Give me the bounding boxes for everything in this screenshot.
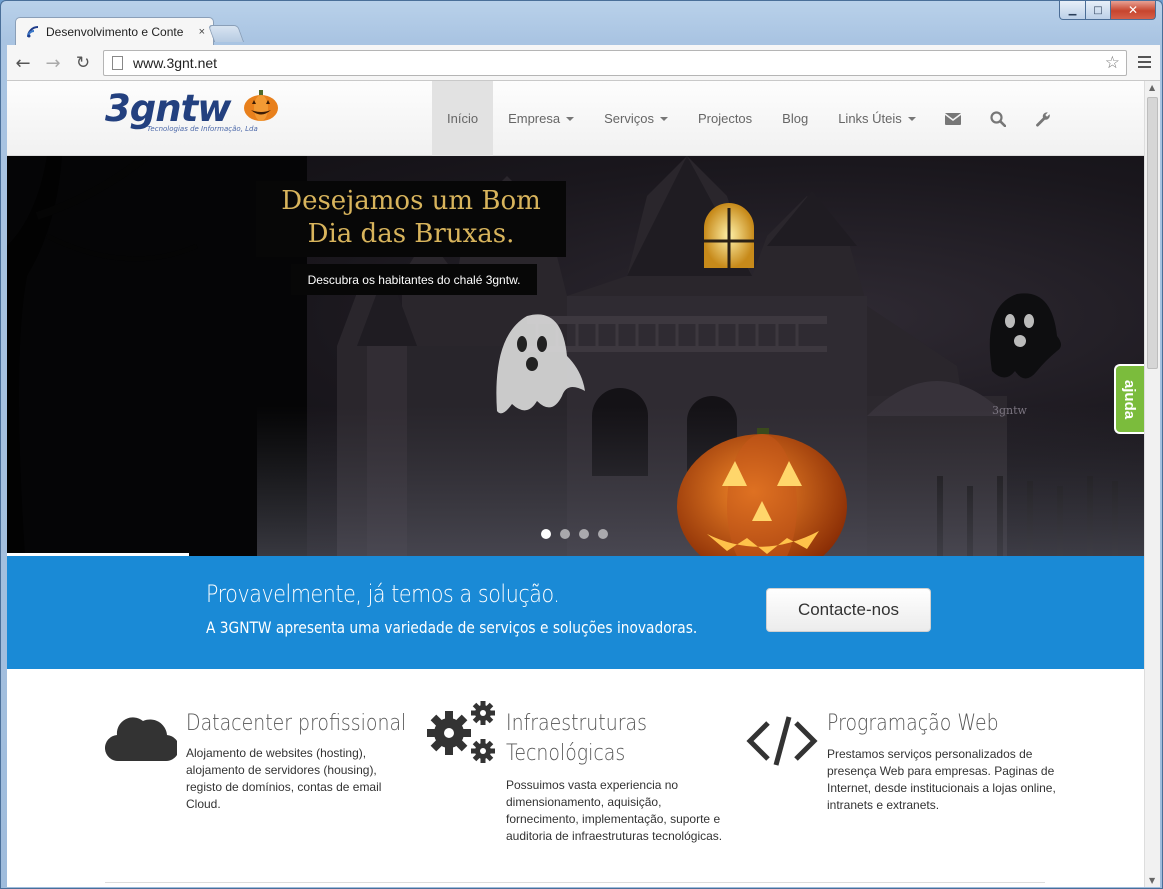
features-section: Datacenter profissional Alojamento de we… bbox=[7, 669, 1144, 887]
nav-label: Links Úteis bbox=[838, 111, 902, 126]
new-tab-button[interactable] bbox=[207, 25, 245, 42]
contact-button[interactable]: Contacte-nos bbox=[766, 588, 931, 632]
site-logo[interactable]: 3gntw Tecnologias de Informação, Lda bbox=[105, 87, 285, 147]
browser-tab-active[interactable]: Desenvolvimento e Conte × bbox=[15, 17, 214, 45]
gears-icon bbox=[427, 701, 495, 763]
feature-text: Possuimos vasta experiencia no dimension… bbox=[506, 778, 723, 843]
nav-item-servicos[interactable]: Serviços bbox=[589, 81, 683, 156]
slider-dot-3[interactable] bbox=[579, 529, 589, 539]
browser-menu-icon[interactable] bbox=[1134, 52, 1154, 72]
main-nav: Início Empresa Serviços Projectos Blog L… bbox=[432, 81, 1066, 156]
pumpkin-logo-icon bbox=[244, 90, 278, 121]
nav-label: Serviços bbox=[604, 111, 654, 126]
site-header: 3gntw Tecnologias de Informação, Lda Iní… bbox=[7, 81, 1144, 156]
tab-strip: Desenvolvimento e Conte × bbox=[9, 17, 1149, 45]
page-scrollbar[interactable]: ▲ ▼ bbox=[1144, 81, 1160, 887]
feature-title: Programação Web bbox=[827, 711, 999, 736]
bookmark-star-icon[interactable]: ☆ bbox=[1105, 53, 1120, 73]
caret-down-icon bbox=[566, 116, 575, 121]
house-sign-text: 3gntw bbox=[992, 404, 1028, 417]
hero-subtitle[interactable]: Descubra os habitantes do chalé 3gntw. bbox=[291, 264, 537, 295]
address-url: www.3gnt.net bbox=[133, 55, 218, 71]
caret-down-icon bbox=[659, 116, 668, 121]
nav-item-links-uteis[interactable]: Links Úteis bbox=[823, 81, 931, 156]
nav-label: Empresa bbox=[508, 111, 561, 126]
nav-item-empresa[interactable]: Empresa bbox=[493, 81, 589, 156]
forward-arrow-icon[interactable]: → bbox=[41, 51, 65, 75]
code-icon bbox=[746, 716, 818, 766]
reload-icon[interactable]: ↻ bbox=[71, 51, 95, 75]
cta-band: Provavelmente, já temos a solução. A 3GN… bbox=[7, 556, 1144, 669]
address-bar[interactable]: www.3gnt.net ☆ bbox=[103, 50, 1127, 76]
tab-title: Desenvolvimento e Conte bbox=[46, 24, 184, 39]
slider-dot-4[interactable] bbox=[598, 529, 608, 539]
section-divider bbox=[105, 882, 1045, 883]
hero-slider[interactable]: 3gntw Desejamos um Bom Dia das Bruxas. D… bbox=[7, 156, 1144, 556]
haunted-house-illustration: 3gntw bbox=[7, 156, 1144, 556]
slider-dot-1[interactable] bbox=[541, 529, 551, 539]
feature-text: Alojamento de websites (hosting), alojam… bbox=[186, 746, 382, 811]
scrollbar-thumb[interactable] bbox=[1147, 97, 1158, 369]
cloud-icon bbox=[105, 717, 177, 762]
logo-tagline: Tecnologias de Informação, Lda bbox=[147, 125, 258, 133]
nav-label: Blog bbox=[782, 111, 809, 126]
nav-item-projectos[interactable]: Projectos bbox=[683, 81, 767, 156]
nav-item-inicio[interactable]: Início bbox=[432, 81, 494, 156]
hero-title: Desejamos um Bom Dia das Bruxas. bbox=[256, 181, 566, 257]
back-arrow-icon[interactable]: ← bbox=[11, 51, 35, 75]
cta-subtitle: A 3GNTW apresenta uma variedade de servi… bbox=[206, 618, 698, 637]
wrench-icon[interactable] bbox=[1021, 81, 1066, 156]
caret-down-icon bbox=[907, 116, 916, 121]
help-tab[interactable]: ajuda bbox=[1114, 364, 1144, 434]
page-viewport: 3gntw Tecnologias de Informação, Lda Iní… bbox=[7, 81, 1160, 887]
feature-text: Prestamos serviços personalizados de pre… bbox=[827, 747, 1056, 812]
nav-label: Projectos bbox=[697, 111, 753, 126]
logo-wordmark: 3gntw bbox=[105, 87, 231, 130]
scroll-down-arrow-icon[interactable]: ▼ bbox=[1149, 876, 1155, 885]
nav-item-blog[interactable]: Blog bbox=[767, 81, 823, 156]
slider-dot-2[interactable] bbox=[560, 529, 570, 539]
scroll-up-arrow-icon[interactable]: ▲ bbox=[1149, 83, 1155, 92]
feature-title: Infraestruturas Tecnológicas bbox=[506, 711, 647, 766]
feature-title: Datacenter profissional bbox=[186, 711, 407, 736]
cta-title: Provavelmente, já temos a solução. bbox=[206, 580, 560, 608]
envelope-icon[interactable] bbox=[931, 81, 976, 156]
tab-close-icon[interactable]: × bbox=[199, 26, 205, 38]
browser-toolbar: ← → ↻ www.3gnt.net ☆ bbox=[7, 45, 1160, 81]
nav-label: Início bbox=[447, 111, 479, 126]
help-tab-label: ajuda bbox=[1121, 379, 1139, 419]
site-favicon-icon bbox=[26, 25, 40, 39]
page-icon bbox=[112, 56, 123, 70]
slider-pagination bbox=[541, 529, 608, 539]
search-icon[interactable] bbox=[976, 81, 1021, 156]
browser-window: ▁ □ ✕ Desenvolvimento e Conte × ← → ↻ ww… bbox=[0, 0, 1163, 889]
web-page: 3gntw Tecnologias de Informação, Lda Iní… bbox=[7, 81, 1144, 887]
